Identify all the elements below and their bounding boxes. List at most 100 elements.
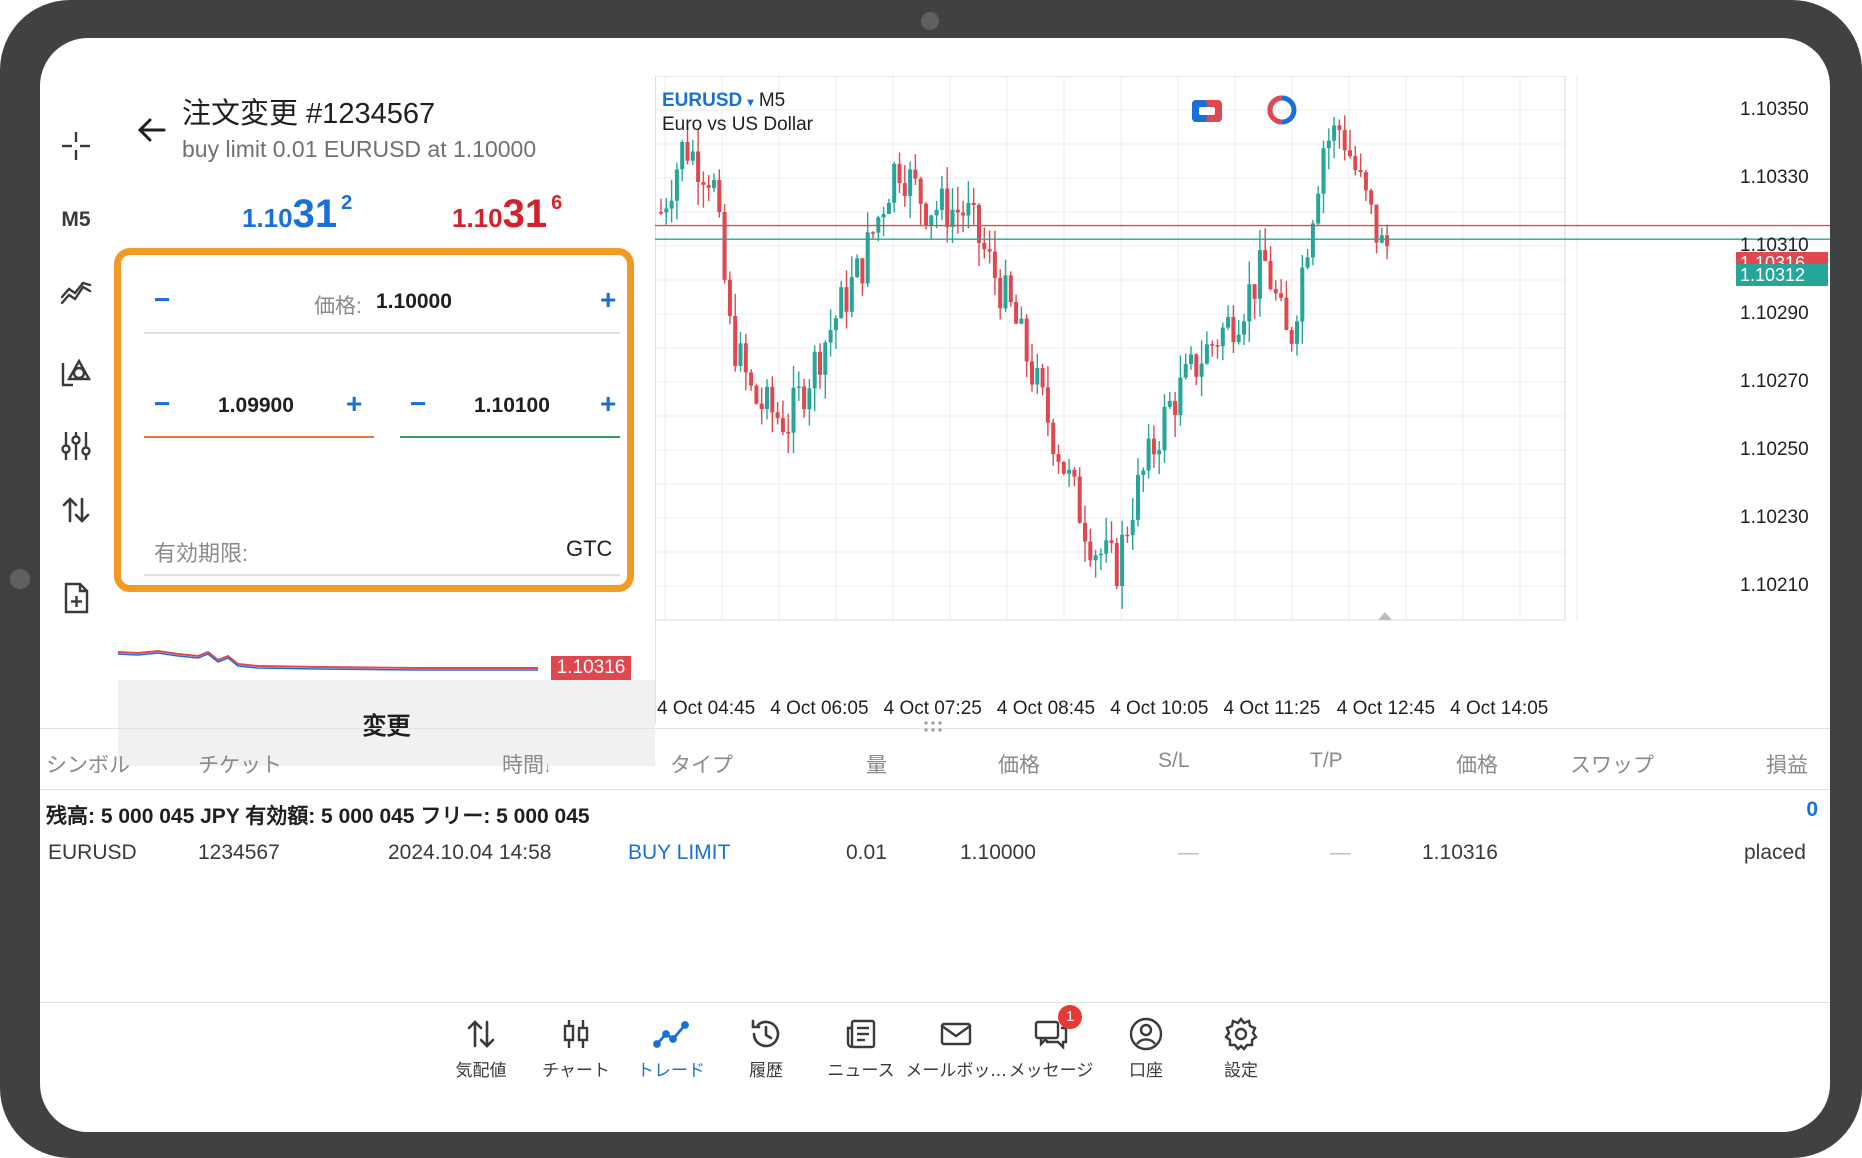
candle-body <box>1014 302 1019 324</box>
candle-body <box>966 202 971 216</box>
candle-body <box>775 412 780 419</box>
candle-body <box>1374 204 1379 243</box>
mail-icon <box>940 1022 972 1046</box>
candle-body <box>1183 363 1188 378</box>
candle-body <box>1003 275 1008 309</box>
candle-body <box>833 318 838 331</box>
candle-body <box>977 204 981 243</box>
col-price[interactable]: 価格 <box>998 749 1040 779</box>
candle-body <box>1109 540 1114 544</box>
price-chart[interactable] <box>655 76 1830 766</box>
nav-messages[interactable]: 1 メッセージ <box>996 1003 1106 1113</box>
cell-type: BUY LIMIT <box>628 841 731 864</box>
cell-ticket: 1234567 <box>198 841 280 864</box>
new-order-icon[interactable] <box>50 572 102 624</box>
messages-badge: 1 <box>1058 1005 1082 1029</box>
nav-history[interactable]: 履歴 <box>711 1003 821 1113</box>
nav-trade[interactable]: トレード <box>616 1003 726 1113</box>
time-tick-label: 4 Oct 04:45 <box>657 698 756 719</box>
tablet-bezel: M5 注文変更 #1234567 buy limit 0.01 EURUSD a… <box>0 0 1862 1158</box>
candle-body <box>685 141 690 161</box>
trade-arrows-icon[interactable] <box>50 484 102 536</box>
col-current-price[interactable]: 価格 <box>1456 749 1498 779</box>
candle-body <box>1342 130 1347 151</box>
quotes-icon <box>467 1020 495 1048</box>
candle-body <box>1363 172 1368 191</box>
time-tick-label: 4 Oct 12:45 <box>1336 698 1436 719</box>
candle-body <box>1141 470 1146 475</box>
col-profit[interactable]: 損益 <box>1766 749 1808 779</box>
back-arrow-icon[interactable] <box>132 110 172 150</box>
nav-account[interactable]: 口座 <box>1091 1003 1201 1113</box>
candle-body <box>839 287 844 319</box>
nav-settings[interactable]: 設定 <box>1186 1003 1296 1113</box>
candle-body <box>1061 461 1066 474</box>
timeframe-button[interactable]: M5 <box>50 194 102 246</box>
camera-side <box>10 569 30 589</box>
one-click-trading-icon[interactable] <box>1190 96 1224 126</box>
cell-sl: — <box>1178 841 1199 864</box>
account-icon <box>1129 1017 1163 1051</box>
candle-body <box>955 209 960 213</box>
candle-body <box>1273 289 1278 294</box>
cell-symbol: EURUSD <box>48 841 137 864</box>
bid-price-badge: 1.10312 <box>1736 264 1828 286</box>
candle-body <box>818 351 822 375</box>
col-tp[interactable]: T/P <box>1310 749 1343 773</box>
col-symbol[interactable]: シンボル <box>46 749 130 779</box>
col-swap[interactable]: スワップ <box>1570 749 1654 779</box>
candle-body <box>908 169 913 197</box>
candle-body <box>1083 522 1087 542</box>
chart-symbol[interactable]: EURUSD ▾ M5 <box>662 90 785 112</box>
candle-body <box>1067 469 1072 474</box>
cell-state: placed <box>1744 841 1806 864</box>
candle-body <box>1098 553 1103 556</box>
nav-mailbox[interactable]: メールボッ... <box>901 1003 1011 1113</box>
time-tick-label: 4 Oct 07:25 <box>883 698 982 719</box>
candle-body <box>696 151 701 183</box>
candle-body <box>1189 354 1193 364</box>
col-time[interactable]: 時間↓ <box>502 749 551 779</box>
candle-body <box>1369 190 1374 205</box>
candle-body <box>1215 345 1220 347</box>
candle-body <box>1385 235 1390 247</box>
objects-icon[interactable] <box>50 346 102 398</box>
candle-body <box>1348 150 1352 157</box>
depth-of-market-icon[interactable] <box>1266 94 1298 126</box>
nav-chart[interactable]: チャート <box>521 1003 631 1113</box>
candle-body <box>1268 260 1273 290</box>
candle-body <box>950 209 955 227</box>
cell-volume: 0.01 <box>846 841 887 864</box>
candle-body <box>982 242 987 250</box>
candle-body <box>1114 543 1119 586</box>
resize-handle-icon[interactable] <box>922 720 944 734</box>
indicators-icon[interactable] <box>50 268 102 320</box>
cell-price: 1.10000 <box>960 841 1036 864</box>
settings-sliders-icon[interactable] <box>50 420 102 472</box>
candle-body <box>733 315 738 366</box>
candle-body <box>1284 297 1289 331</box>
candle-body <box>828 330 833 343</box>
crosshair-icon[interactable] <box>50 120 102 172</box>
candle-body <box>1231 316 1236 343</box>
candle-body <box>1210 344 1215 346</box>
chart-shift-marker[interactable] <box>1378 612 1392 620</box>
candle-body <box>664 208 669 213</box>
col-volume[interactable]: 量 <box>866 749 887 779</box>
candle-body <box>1130 519 1135 536</box>
candle-body <box>802 386 807 410</box>
candle-body <box>1263 250 1268 261</box>
candle-body <box>934 209 939 216</box>
history-icon <box>751 1019 780 1048</box>
candle-body <box>1279 293 1284 298</box>
highlight-frame <box>114 248 634 592</box>
col-sl[interactable]: S/L <box>1158 749 1190 773</box>
nav-quotes[interactable]: 気配値 <box>426 1003 536 1113</box>
nav-label: メッセージ <box>1008 1061 1094 1081</box>
col-type[interactable]: タイプ <box>670 749 733 779</box>
candle-body <box>1157 450 1162 455</box>
col-ticket[interactable]: チケット <box>198 749 282 779</box>
candle-body <box>1300 267 1305 322</box>
candle-body <box>929 215 934 226</box>
nav-news[interactable]: ニュース <box>806 1003 916 1113</box>
